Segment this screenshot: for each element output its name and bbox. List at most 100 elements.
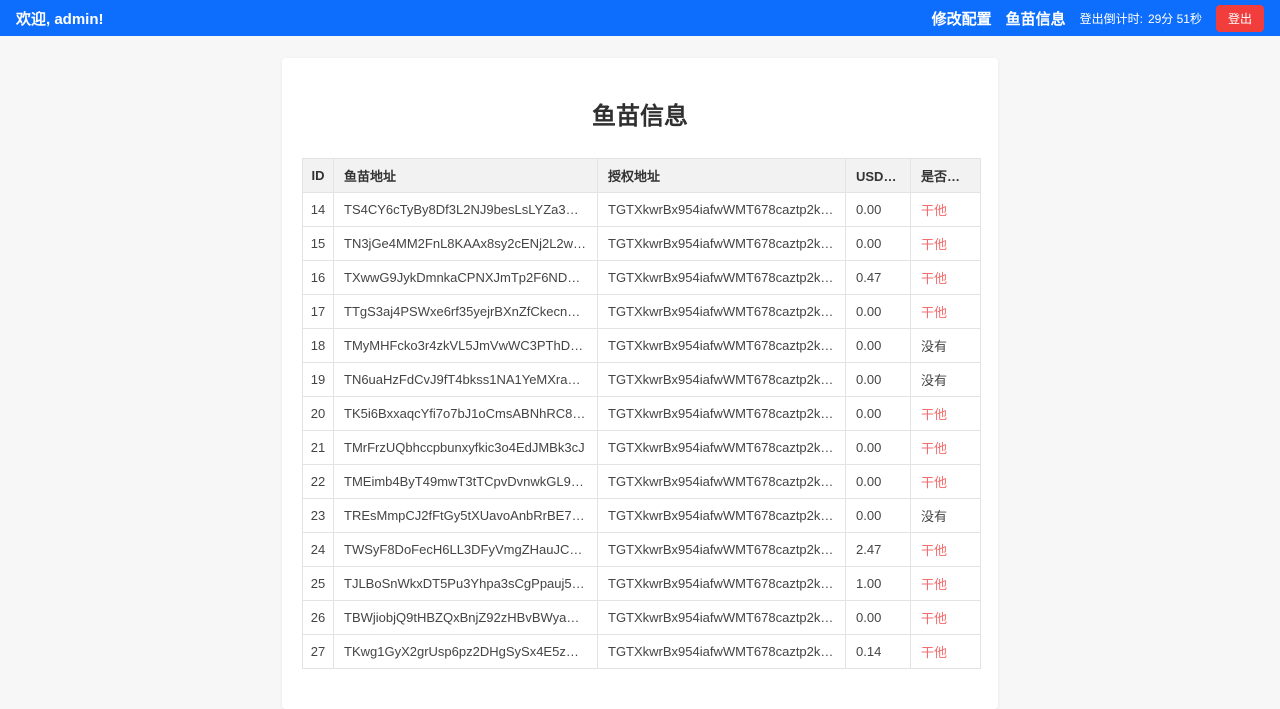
action-link[interactable]: 干他 xyxy=(921,237,947,252)
table-row: 17 TTgS3aj4PSWxe6rf35yejrBXnZfCkecnWF TG… xyxy=(303,295,981,329)
cell-auth-address: TGTXkwrBx954iafwWMT678caztp2khKnsM xyxy=(598,533,846,567)
cell-authorized: 干他 xyxy=(911,295,981,329)
cell-authorized: 干他 xyxy=(911,431,981,465)
status-text: 没有 xyxy=(921,509,947,524)
cell-id: 17 xyxy=(303,295,334,329)
page-title: 鱼苗信息 xyxy=(302,96,978,131)
cell-id: 26 xyxy=(303,601,334,635)
cell-auth-address: TGTXkwrBx954iafwWMT678caztp2khKnsM xyxy=(598,261,846,295)
cell-usdt-balance: 0.00 xyxy=(846,499,911,533)
cell-fry-address: TXwwG9JykDmnkaCPNXJmTp2F6NDZQymsm9 xyxy=(334,261,598,295)
column-header-usdt-balance: USDT余额 xyxy=(846,159,911,193)
logout-countdown-label: 登出倒计时: xyxy=(1080,10,1143,27)
status-text: 没有 xyxy=(921,373,947,388)
column-header-fry-address: 鱼苗地址 xyxy=(334,159,598,193)
cell-fry-address: TMEimb4ByT49mwT3tTCpvDvnwkGL9yHwmM xyxy=(334,465,598,499)
cell-authorized: 没有 xyxy=(911,363,981,397)
nav-link-fry-info[interactable]: 鱼苗信息 xyxy=(1006,8,1066,29)
fry-table: ID 鱼苗地址 授权地址 USDT余额 是否授权 14 TS4CY6cTyBy8… xyxy=(302,158,981,669)
cell-id: 23 xyxy=(303,499,334,533)
table-row: 25 TJLBoSnWkxDT5Pu3Yhpa3sCgPpauj51amf TG… xyxy=(303,567,981,601)
cell-authorized: 干他 xyxy=(911,533,981,567)
table-row: 26 TBWjiobjQ9tHBZQxBnjZ92zHBvBWyamowC TG… xyxy=(303,601,981,635)
cell-id: 27 xyxy=(303,635,334,669)
table-body: 14 TS4CY6cTyBy8Df3L2NJ9besLsLYZa3Bzsb TG… xyxy=(303,193,981,669)
cell-usdt-balance: 0.00 xyxy=(846,465,911,499)
cell-usdt-balance: 0.00 xyxy=(846,431,911,465)
fry-info-card: 鱼苗信息 ID 鱼苗地址 授权地址 USDT余额 是否授权 14 TS4CY6c… xyxy=(282,58,998,709)
table-row: 16 TXwwG9JykDmnkaCPNXJmTp2F6NDZQymsm9 TG… xyxy=(303,261,981,295)
cell-fry-address: TN3jGe4MM2FnL8KAAx8sy2cENj2L2woJWS xyxy=(334,227,598,261)
table-row: 20 TK5i6BxxaqcYfi7o7bJ1oCmsABNhRC8WWj TG… xyxy=(303,397,981,431)
cell-auth-address: TGTXkwrBx954iafwWMT678caztp2khKnsM xyxy=(598,635,846,669)
table-row: 22 TMEimb4ByT49mwT3tTCpvDvnwkGL9yHwmM TG… xyxy=(303,465,981,499)
cell-authorized: 干他 xyxy=(911,465,981,499)
cell-id: 24 xyxy=(303,533,334,567)
cell-authorized: 干他 xyxy=(911,261,981,295)
cell-auth-address: TGTXkwrBx954iafwWMT678caztp2khKnsM xyxy=(598,431,846,465)
cell-id: 15 xyxy=(303,227,334,261)
cell-usdt-balance: 0.00 xyxy=(846,329,911,363)
nav-link-modify-config[interactable]: 修改配置 xyxy=(932,8,992,29)
cell-usdt-balance: 0.00 xyxy=(846,295,911,329)
cell-fry-address: TREsMmpCJ2fFtGy5tXUavoAnbRrBE79SLq xyxy=(334,499,598,533)
action-link[interactable]: 干他 xyxy=(921,203,947,218)
table-row: 27 TKwg1GyX2grUsp6pz2DHgSySx4E5zQtN51 TG… xyxy=(303,635,981,669)
cell-usdt-balance: 0.00 xyxy=(846,193,911,227)
top-navbar: 欢迎, admin! 修改配置 鱼苗信息 登出倒计时: 29分 51秒 登出 xyxy=(0,0,1280,36)
cell-fry-address: TTgS3aj4PSWxe6rf35yejrBXnZfCkecnWF xyxy=(334,295,598,329)
cell-auth-address: TGTXkwrBx954iafwWMT678caztp2khKnsM xyxy=(598,601,846,635)
cell-fry-address: TK5i6BxxaqcYfi7o7bJ1oCmsABNhRC8WWj xyxy=(334,397,598,431)
cell-usdt-balance: 0.47 xyxy=(846,261,911,295)
navbar-right: 修改配置 鱼苗信息 登出倒计时: 29分 51秒 登出 xyxy=(932,5,1264,32)
cell-auth-address: TGTXkwrBx954iafwWMT678caztp2khKnsM xyxy=(598,567,846,601)
action-link[interactable]: 干他 xyxy=(921,271,947,286)
welcome-text: 欢迎, admin! xyxy=(16,8,104,29)
cell-auth-address: TGTXkwrBx954iafwWMT678caztp2khKnsM xyxy=(598,329,846,363)
table-row: 23 TREsMmpCJ2fFtGy5tXUavoAnbRrBE79SLq TG… xyxy=(303,499,981,533)
cell-id: 20 xyxy=(303,397,334,431)
cell-authorized: 干他 xyxy=(911,567,981,601)
cell-authorized: 干他 xyxy=(911,635,981,669)
cell-id: 19 xyxy=(303,363,334,397)
table-header: ID 鱼苗地址 授权地址 USDT余额 是否授权 xyxy=(303,159,981,193)
cell-authorized: 没有 xyxy=(911,499,981,533)
cell-id: 22 xyxy=(303,465,334,499)
action-link[interactable]: 干他 xyxy=(921,543,947,558)
cell-usdt-balance: 2.47 xyxy=(846,533,911,567)
cell-authorized: 没有 xyxy=(911,329,981,363)
table-row: 14 TS4CY6cTyBy8Df3L2NJ9besLsLYZa3Bzsb TG… xyxy=(303,193,981,227)
column-header-id: ID xyxy=(303,159,334,193)
action-link[interactable]: 干他 xyxy=(921,441,947,456)
cell-usdt-balance: 0.00 xyxy=(846,397,911,431)
cell-id: 25 xyxy=(303,567,334,601)
logout-countdown-value: 29分 51秒 xyxy=(1148,10,1202,27)
action-link[interactable]: 干他 xyxy=(921,305,947,320)
cell-usdt-balance: 0.00 xyxy=(846,363,911,397)
cell-usdt-balance: 1.00 xyxy=(846,567,911,601)
cell-fry-address: TS4CY6cTyBy8Df3L2NJ9besLsLYZa3Bzsb xyxy=(334,193,598,227)
column-header-auth-address: 授权地址 xyxy=(598,159,846,193)
cell-fry-address: TN6uaHzFdCvJ9fT4bkss1NA1YeMXraw3x3 xyxy=(334,363,598,397)
action-link[interactable]: 干他 xyxy=(921,475,947,490)
table-row: 21 TMrFrzUQbhccpbunxyfkic3o4EdJMBk3cJ TG… xyxy=(303,431,981,465)
cell-usdt-balance: 0.00 xyxy=(846,227,911,261)
status-text: 没有 xyxy=(921,339,947,354)
cell-id: 16 xyxy=(303,261,334,295)
column-header-authorized: 是否授权 xyxy=(911,159,981,193)
logout-countdown: 登出倒计时: 29分 51秒 xyxy=(1080,10,1202,27)
cell-fry-address: TJLBoSnWkxDT5Pu3Yhpa3sCgPpauj51amf xyxy=(334,567,598,601)
cell-auth-address: TGTXkwrBx954iafwWMT678caztp2khKnsM xyxy=(598,397,846,431)
cell-auth-address: TGTXkwrBx954iafwWMT678caztp2khKnsM xyxy=(598,193,846,227)
cell-fry-address: TBWjiobjQ9tHBZQxBnjZ92zHBvBWyamowC xyxy=(334,601,598,635)
cell-auth-address: TGTXkwrBx954iafwWMT678caztp2khKnsM xyxy=(598,227,846,261)
action-link[interactable]: 干他 xyxy=(921,611,947,626)
cell-usdt-balance: 0.14 xyxy=(846,635,911,669)
cell-fry-address: TWSyF8DoFecH6LL3DFyVmgZHauJCTZ14GE xyxy=(334,533,598,567)
logout-button[interactable]: 登出 xyxy=(1216,5,1264,32)
table-row: 18 TMyMHFcko3r4zkVL5JmVwWC3PThDRJnDMa TG… xyxy=(303,329,981,363)
action-link[interactable]: 干他 xyxy=(921,645,947,660)
action-link[interactable]: 干他 xyxy=(921,577,947,592)
action-link[interactable]: 干他 xyxy=(921,407,947,422)
cell-auth-address: TGTXkwrBx954iafwWMT678caztp2khKnsM xyxy=(598,363,846,397)
